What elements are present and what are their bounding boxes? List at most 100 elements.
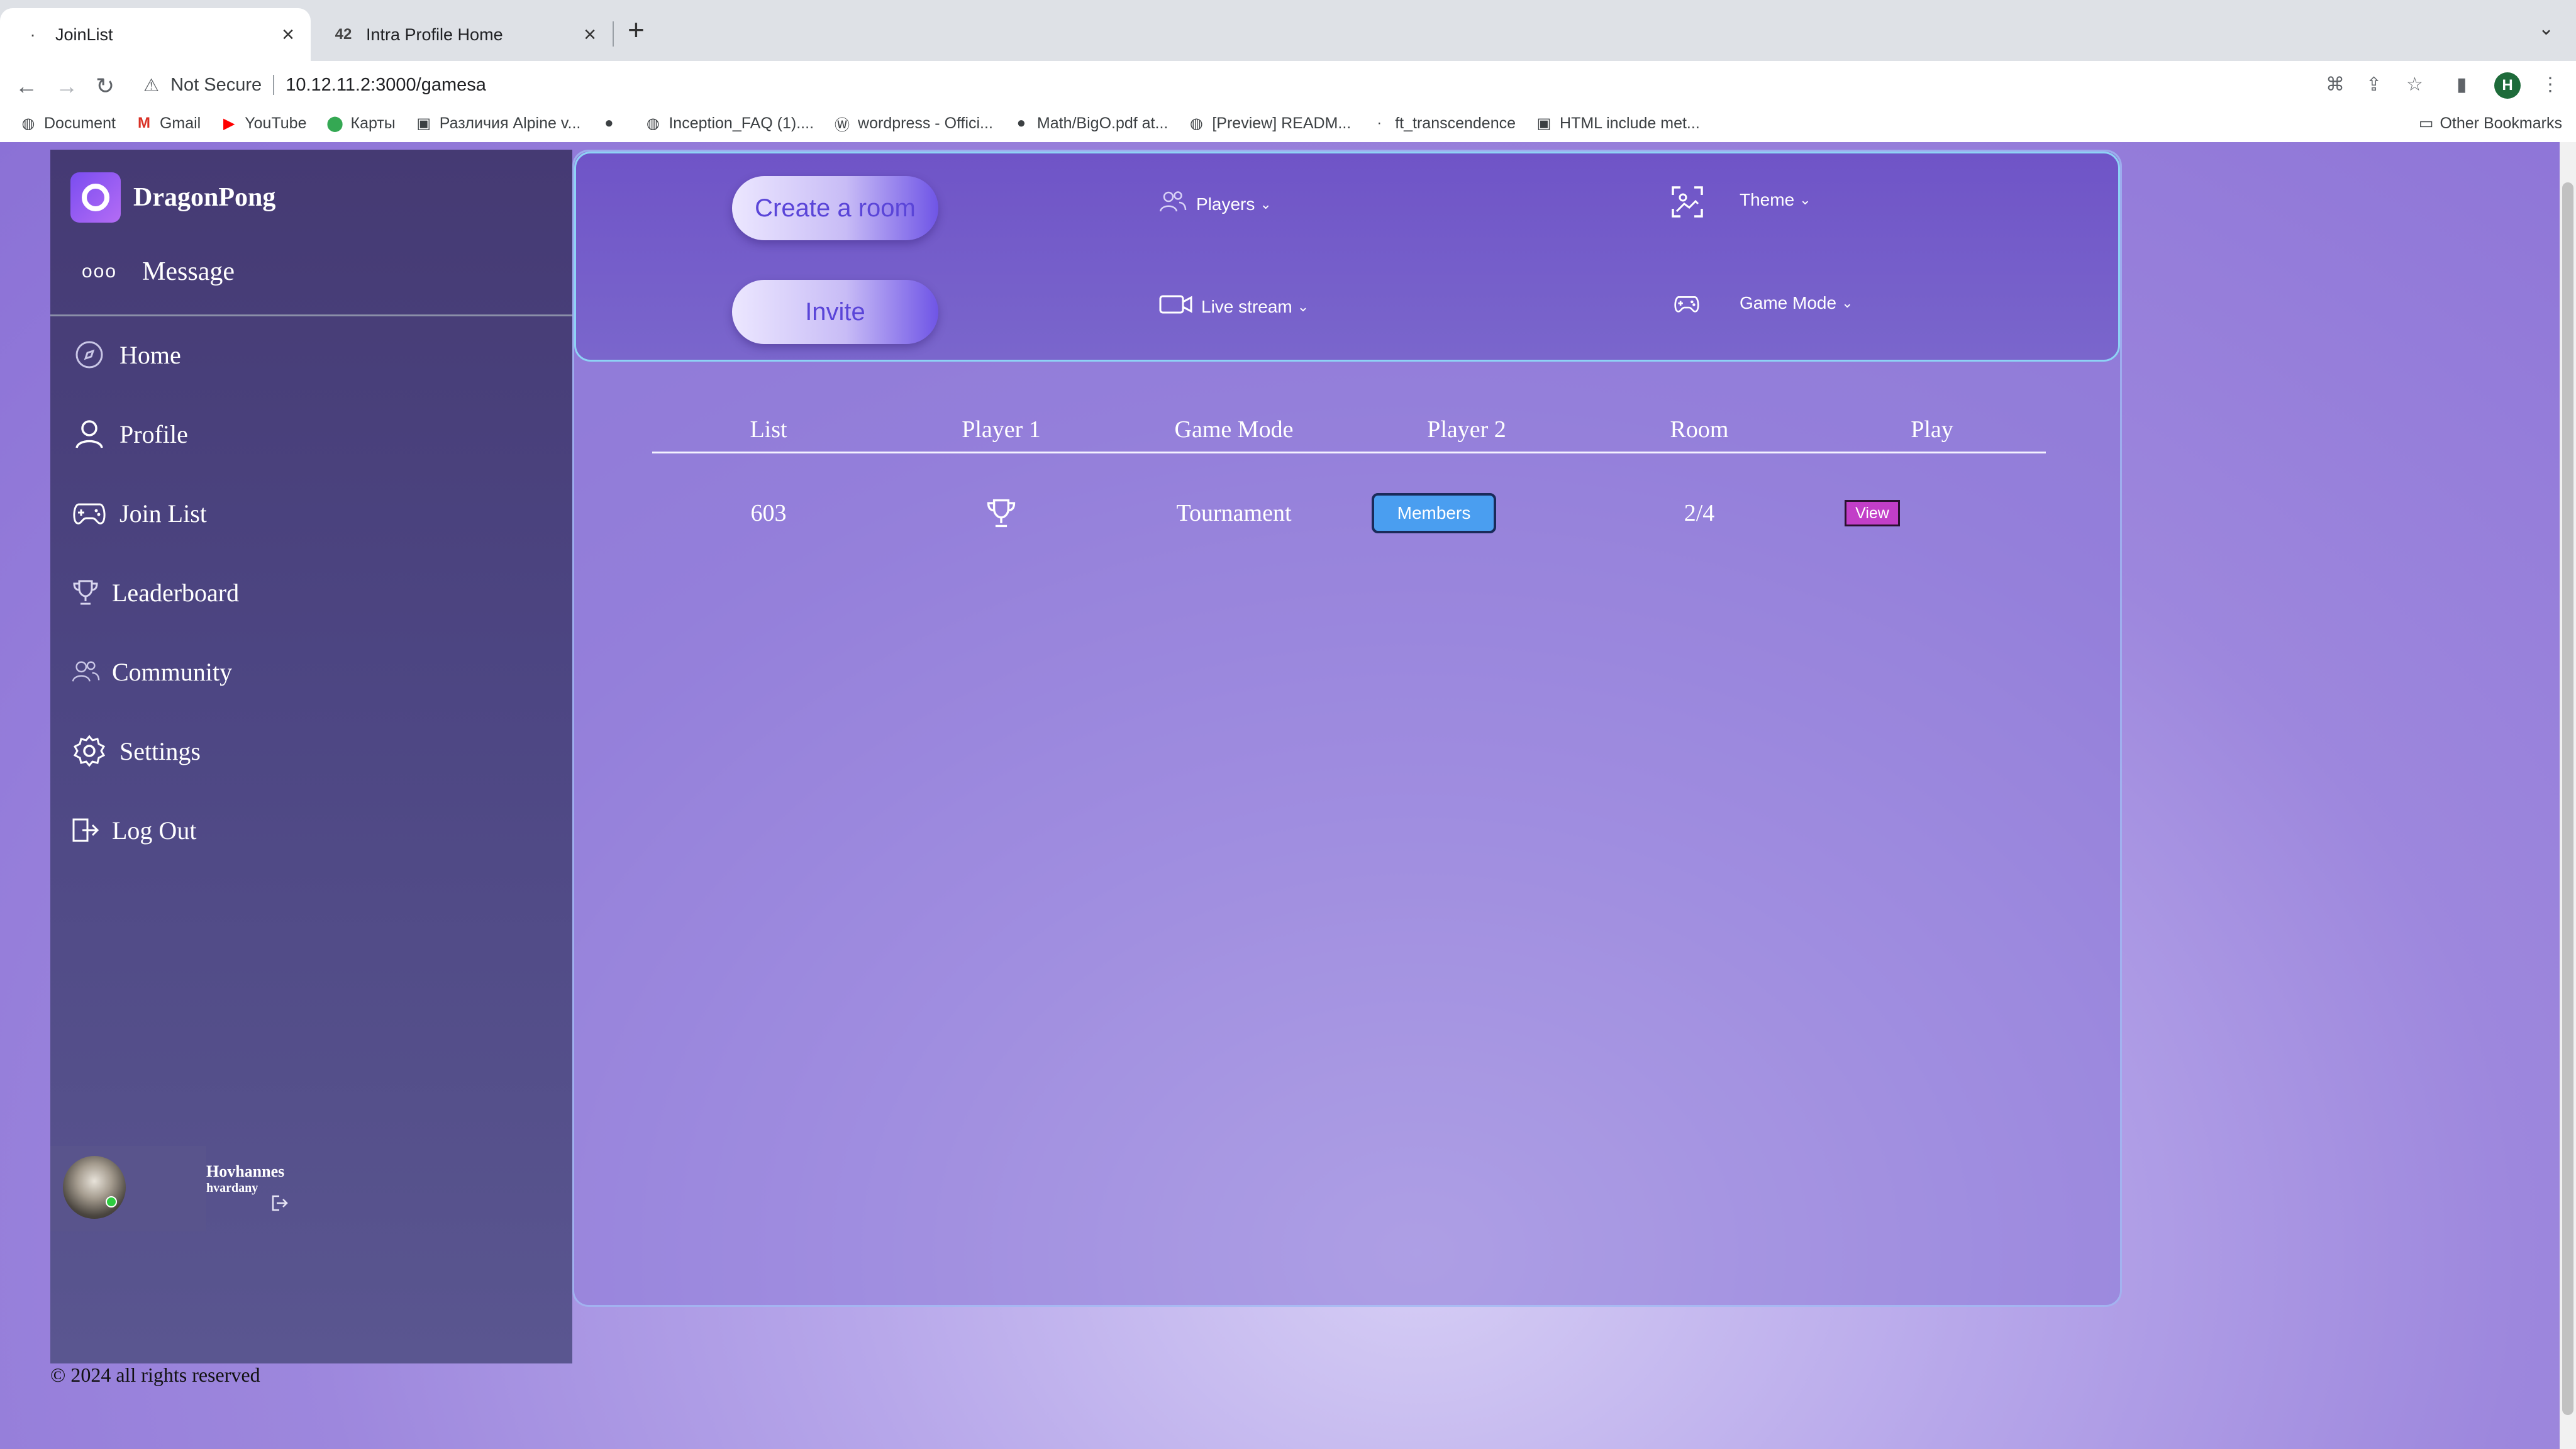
wordpress-icon: Ⓦ bbox=[835, 116, 850, 134]
cell-game-mode: Tournament bbox=[1176, 500, 1292, 526]
bookmark-inception-faq[interactable]: ◍ Inception_FAQ (1).... bbox=[643, 114, 814, 133]
tab-title: Intra Profile Home bbox=[366, 25, 503, 44]
dots-icon: ooo bbox=[82, 261, 118, 282]
avatar[interactable] bbox=[63, 1156, 126, 1219]
chevron-down-icon[interactable]: ⌄ bbox=[2538, 18, 2554, 40]
theme-dropdown[interactable]: Theme ⌄ bbox=[1740, 190, 1811, 210]
trophy-icon bbox=[885, 491, 1118, 535]
bookmark-wordpress[interactable]: Ⓦwordpress - Offici... bbox=[833, 114, 993, 134]
live-stream-dropdown[interactable]: Live stream ⌄ bbox=[1158, 293, 1309, 320]
42-logo-icon: 42 bbox=[335, 26, 352, 43]
sidebar-item-join-list[interactable]: Join List bbox=[70, 494, 207, 532]
sidebar: DragonPong ooo Message Home Profile Join… bbox=[50, 150, 572, 1363]
profile-avatar[interactable]: H bbox=[2494, 72, 2521, 99]
github-icon: ● bbox=[1016, 114, 1026, 131]
dot-icon: · bbox=[1377, 114, 1382, 131]
column-header-list: List bbox=[750, 416, 787, 443]
bookmark-alpine[interactable]: ▣ Различия Alpine v... bbox=[414, 114, 580, 133]
bookmark-math-bigo[interactable]: ● Math/BigO.pdf at... bbox=[1012, 114, 1169, 133]
bookmark-document[interactable]: ◍ Document bbox=[19, 114, 116, 133]
bookmark-youtube[interactable]: ▶ YouTube bbox=[219, 114, 306, 133]
bookmark-gmail[interactable]: M Gmail bbox=[135, 114, 201, 133]
invite-button[interactable]: Invite bbox=[732, 280, 938, 344]
user-login: hvardany bbox=[206, 1181, 258, 1195]
games-table-header: List Player 1 Game Mode Player 2 Room Pl… bbox=[652, 416, 2046, 453]
users-icon bbox=[70, 653, 101, 691]
brand-logo[interactable]: DragonPong bbox=[70, 172, 275, 223]
theme-icon bbox=[1670, 185, 1704, 222]
scrollbar-thumb[interactable] bbox=[2562, 182, 2573, 1415]
bookmark-maps[interactable]: ⬤ Карты bbox=[326, 114, 396, 133]
other-bookmarks[interactable]: ▭ Other Bookmarks bbox=[2419, 106, 2562, 141]
sidebar-item-leaderboard[interactable]: Leaderboard bbox=[70, 574, 239, 611]
bookmark-html-include[interactable]: ▣ HTML include met... bbox=[1535, 114, 1700, 133]
logout-icon[interactable] bbox=[270, 1194, 289, 1216]
sidebar-item-message[interactable]: ooo Message bbox=[82, 257, 235, 287]
column-header-player1: Player 1 bbox=[962, 416, 1041, 443]
chevron-down-icon: ⌄ bbox=[1841, 295, 1853, 311]
online-status-indicator bbox=[106, 1196, 117, 1208]
players-dropdown[interactable]: Players ⌄ bbox=[1158, 190, 1272, 218]
trophy-icon bbox=[70, 574, 101, 611]
sidebar-item-community[interactable]: Community bbox=[70, 653, 232, 691]
column-header-player2: Player 2 bbox=[1427, 416, 1506, 443]
members-button[interactable]: Members bbox=[1372, 493, 1496, 533]
user-icon bbox=[70, 415, 108, 453]
new-tab-button[interactable]: + bbox=[628, 15, 645, 44]
url-text: 10.12.11.2:3000/gamesa bbox=[286, 74, 486, 95]
tab-intra-profile-home[interactable]: 42 Intra Profile Home × bbox=[311, 8, 613, 61]
globe-icon: ◍ bbox=[646, 114, 660, 132]
close-icon[interactable]: × bbox=[584, 24, 596, 45]
sidebar-item-settings[interactable]: Settings bbox=[70, 732, 201, 770]
main-panel: Create a room Invite Players ⌄ Live stre… bbox=[572, 150, 2122, 1307]
github-icon: ● bbox=[604, 114, 614, 131]
close-icon[interactable]: × bbox=[282, 24, 294, 45]
game-mode-dropdown[interactable]: Game Mode ⌄ bbox=[1740, 293, 1853, 313]
reload-icon[interactable]: ↻ bbox=[96, 75, 114, 97]
tab-separator bbox=[613, 21, 614, 47]
chevron-down-icon: ⌄ bbox=[1297, 298, 1309, 314]
brand-name: DragonPong bbox=[133, 183, 276, 212]
menu-icon[interactable]: ⋮ bbox=[2541, 74, 2560, 96]
user-name: Hovhannes bbox=[206, 1162, 285, 1180]
globe-icon: ◍ bbox=[1189, 114, 1203, 132]
cell-list: 603 bbox=[750, 500, 787, 526]
user-card[interactable] bbox=[50, 1146, 206, 1231]
page-icon: ▣ bbox=[1536, 114, 1552, 132]
bookmark-preview-readme[interactable]: ◍ [Preview] READM... bbox=[1187, 114, 1351, 133]
sidebar-toggle-icon[interactable]: ▮ bbox=[2457, 74, 2467, 96]
warning-icon: ⚠ bbox=[143, 75, 160, 95]
footer-copyright: © 2024 all rights reserved bbox=[50, 1363, 260, 1386]
share-icon[interactable]: ⇪ bbox=[2366, 74, 2382, 96]
cell-player2: Members bbox=[1350, 491, 1583, 535]
divider bbox=[50, 314, 572, 316]
column-header-room: Room bbox=[1670, 416, 1729, 443]
view-button[interactable]: View bbox=[1845, 500, 1900, 526]
bookmarks-bar: ◍ Document M Gmail ▶ YouTube ⬤ Карты ▣ Различ… bbox=[0, 106, 2576, 141]
video-camera-icon bbox=[1158, 293, 1194, 320]
back-icon[interactable]: ← bbox=[15, 75, 38, 97]
chevron-down-icon: ⌄ bbox=[1799, 192, 1811, 208]
security-label: Not Secure bbox=[170, 74, 262, 95]
cell-room: 2/4 bbox=[1684, 500, 1715, 526]
browser-tabstrip: · JoinList × 42 Intra Profile Home × + ⌄ bbox=[0, 0, 2576, 61]
folder-icon: ▭ bbox=[2418, 114, 2434, 132]
column-header-game-mode: Game Mode bbox=[1174, 416, 1294, 443]
address-bar[interactable]: ⚠ Not Secure 10.12.11.2:3000/gamesa bbox=[137, 65, 2288, 105]
sidebar-item-profile[interactable]: Profile bbox=[70, 415, 188, 453]
compass-icon bbox=[70, 336, 108, 374]
globe-icon: ◍ bbox=[21, 114, 35, 132]
bookmark-github[interactable]: ● bbox=[599, 114, 625, 133]
bookmark-ft-transcendence[interactable]: · ft_transcendence bbox=[1370, 114, 1516, 133]
bookmark-star-icon[interactable]: ☆ bbox=[2406, 74, 2423, 96]
gmail-icon: M bbox=[137, 114, 150, 131]
translate-icon[interactable]: ⌘ bbox=[2326, 74, 2345, 96]
create-room-button[interactable]: Create a room bbox=[732, 176, 938, 240]
forward-icon[interactable]: → bbox=[55, 75, 78, 97]
tab-title: JoinList bbox=[55, 25, 113, 44]
logout-icon bbox=[70, 811, 101, 849]
tab-joinlist[interactable]: · JoinList × bbox=[0, 8, 311, 61]
sidebar-item-home[interactable]: Home bbox=[70, 336, 181, 374]
page-icon: · bbox=[30, 25, 36, 44]
sidebar-item-log-out[interactable]: Log Out bbox=[70, 811, 196, 849]
